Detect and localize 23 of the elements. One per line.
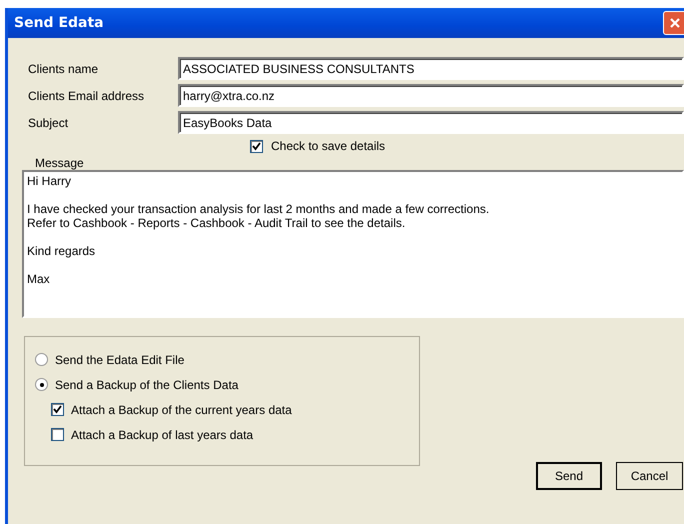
radio-label: Send a Backup of the Clients Data [55,378,238,392]
field-label: Clients name [27,62,100,76]
radio-button[interactable] [35,353,48,366]
input-field[interactable]: harry@xtra.co.nz [178,84,684,107]
window-title: Send Edata [14,15,104,31]
checkbox-label: Attach a Backup of the current years data [71,402,292,416]
input-field[interactable]: EasyBooks Data [178,111,684,134]
close-button[interactable] [663,11,684,35]
checkbox[interactable] [250,140,263,152]
input-field[interactable]: ASSOCIATED BUSINESS CONSULTANTS [178,57,684,80]
checkbox[interactable] [51,403,64,416]
checkbox-label: Attach a Backup of last years data [71,428,254,442]
radio-label: Send the Edata Edit File [55,352,184,366]
radio-button[interactable] [35,378,48,391]
field-label: Clients Email address [27,88,146,102]
checkbox[interactable] [51,428,64,441]
message-label: Message [35,156,85,170]
message-field[interactable]: Hi Harry I have checked your transaction analysis for last 2 months and made a few corrections. Refer to Cashbook - Reports - Cashbook - Audit Trail to see the details. Kind regards Max [22,170,684,318]
field-label: Subject [27,116,70,130]
checkbox-label: Check to save details [271,139,386,153]
dialog-button[interactable]: Send [536,462,602,490]
dialog-button[interactable]: Cancel [616,462,683,490]
close-icon [669,17,681,29]
